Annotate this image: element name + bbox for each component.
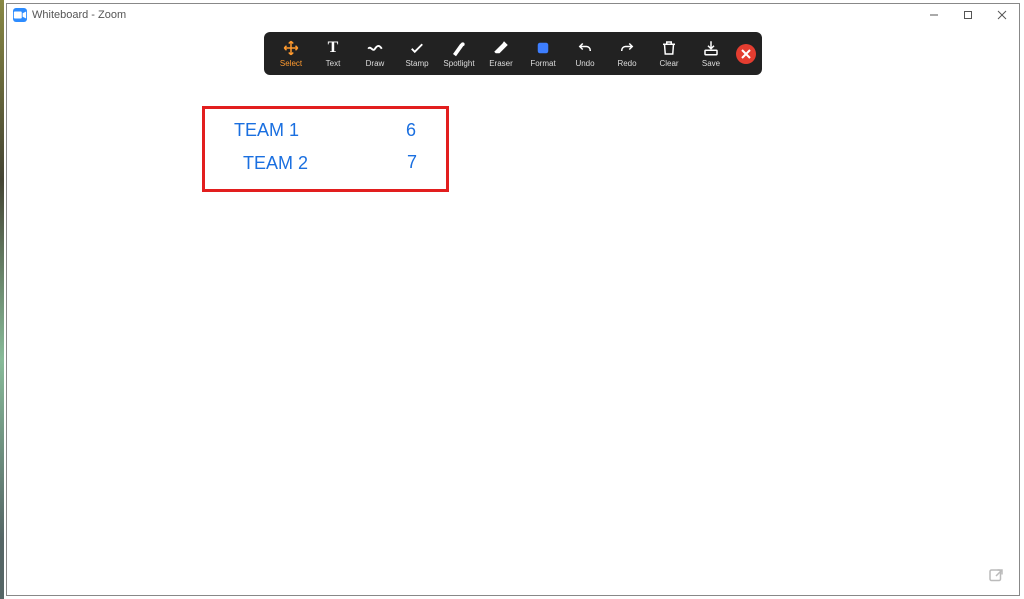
tool-label: Draw [366, 59, 385, 68]
tool-label: Clear [659, 59, 678, 68]
redo-tool[interactable]: Redo [606, 36, 648, 71]
share-icon[interactable] [987, 567, 1005, 585]
team2-label[interactable]: TEAM 2 [243, 153, 308, 174]
close-window-button[interactable] [985, 4, 1019, 26]
undo-tool[interactable]: Undo [564, 36, 606, 71]
minimize-button[interactable] [917, 4, 951, 26]
maximize-button[interactable] [951, 4, 985, 26]
team1-label[interactable]: TEAM 1 [234, 120, 299, 141]
save-icon [702, 38, 720, 58]
tool-label: Text [326, 59, 341, 68]
titlebar[interactable]: Whiteboard - Zoom [7, 4, 1019, 26]
format-tool[interactable]: Format [522, 36, 564, 71]
toolbar-wrap: Select T Text Draw Stamp Spotlight Erase… [7, 32, 1019, 75]
spotlight-icon [450, 38, 468, 58]
tool-label: Eraser [489, 59, 513, 68]
text-tool[interactable]: T Text [312, 36, 354, 71]
move-icon [282, 38, 300, 58]
spotlight-tool[interactable]: Spotlight [438, 36, 480, 71]
zoom-app-icon [13, 8, 27, 22]
tool-label: Redo [617, 59, 636, 68]
close-icon [741, 49, 751, 59]
tool-label: Spotlight [443, 59, 474, 68]
text-icon: T [328, 38, 339, 58]
trash-icon [660, 38, 678, 58]
close-toolbar-button[interactable] [736, 44, 756, 64]
rectangle-shape[interactable] [202, 106, 449, 192]
wave-icon [366, 38, 384, 58]
select-tool[interactable]: Select [270, 36, 312, 71]
whiteboard-canvas[interactable]: TEAM 1 6 TEAM 2 7 [7, 74, 1019, 595]
tool-label: Format [530, 59, 555, 68]
zoom-whiteboard-window: Whiteboard - Zoom Select T Text Draw [6, 3, 1020, 596]
tool-label: Undo [575, 59, 594, 68]
team1-score[interactable]: 6 [406, 120, 416, 141]
window-controls [917, 4, 1019, 26]
annotation-toolbar: Select T Text Draw Stamp Spotlight Erase… [264, 32, 762, 75]
stamp-tool[interactable]: Stamp [396, 36, 438, 71]
team2-score[interactable]: 7 [407, 152, 417, 173]
desktop-edge [0, 0, 4, 599]
window-title: Whiteboard - Zoom [32, 9, 126, 21]
tool-label: Select [280, 59, 302, 68]
undo-icon [576, 38, 594, 58]
save-tool[interactable]: Save [690, 36, 732, 71]
camera-icon [13, 8, 27, 22]
tool-label: Save [702, 59, 720, 68]
checkmark-icon [408, 38, 426, 58]
redo-icon [618, 38, 636, 58]
format-square-icon [534, 38, 552, 58]
draw-tool[interactable]: Draw [354, 36, 396, 71]
eraser-icon [492, 38, 510, 58]
tool-label: Stamp [405, 59, 428, 68]
eraser-tool[interactable]: Eraser [480, 36, 522, 71]
clear-tool[interactable]: Clear [648, 36, 690, 71]
